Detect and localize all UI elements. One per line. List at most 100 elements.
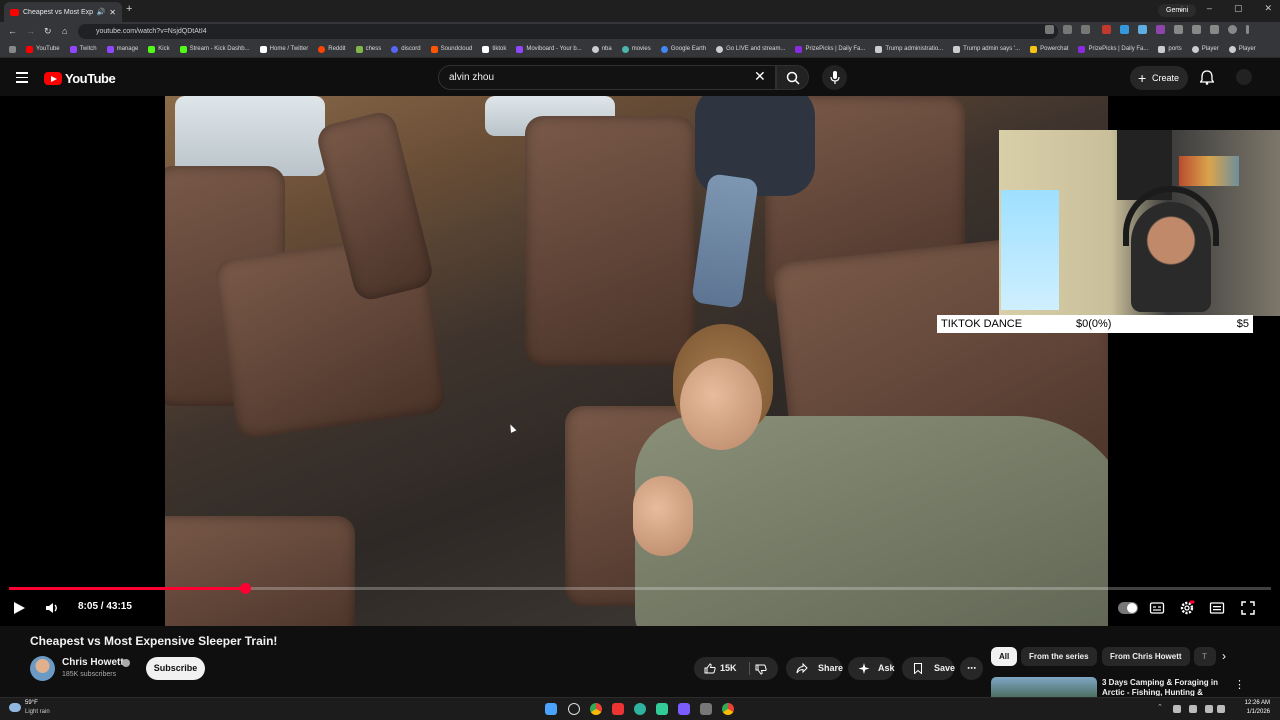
forward-icon[interactable]: → [26, 26, 35, 36]
bookmark-kick[interactable]: Kick [143, 45, 174, 53]
weather-cloud-icon[interactable] [9, 703, 21, 712]
bookmark-nba[interactable]: nba [587, 45, 617, 53]
extension-icon-3[interactable] [1138, 25, 1147, 34]
bookmark-prizepicks[interactable]: PrizePicks | Daily Fa... [790, 45, 870, 53]
apps-icon[interactable] [4, 45, 21, 53]
save-button[interactable]: Save [902, 657, 955, 680]
bookmark-trump-admin-1[interactable]: Trump administratio... [870, 45, 948, 53]
bookmark-twitter[interactable]: Home / Twitter [255, 45, 314, 53]
weather-temperature[interactable]: 59°F [25, 700, 38, 706]
taskbar-clock-date[interactable]: 1/1/2026 [1247, 709, 1270, 715]
bookmark-ports[interactable]: ports [1153, 45, 1186, 53]
ask-button[interactable]: Ask [848, 657, 895, 680]
autoplay-toggle[interactable] [1118, 602, 1138, 614]
back-icon[interactable]: ← [8, 26, 17, 36]
weather-description[interactable]: Light rain [25, 709, 50, 715]
bookmark-moviboard[interactable]: Moviboard - Your b... [511, 45, 586, 53]
voice-search-button[interactable] [822, 65, 847, 90]
video-player[interactable]: TIKTOK DANCE $0(0%) $5 8:05 / 43:15 [0, 96, 1280, 626]
bookmark-movies[interactable]: movies [617, 45, 656, 53]
bookmark-prizepicks-2[interactable]: PrizePicks | Daily Fa... [1073, 45, 1153, 53]
notifications-bell-icon[interactable] [1200, 70, 1214, 85]
new-tab-button[interactable]: + [126, 3, 132, 15]
extension-icon-5[interactable] [1174, 25, 1183, 34]
video-frame[interactable] [165, 96, 1108, 626]
search-button[interactable] [776, 65, 809, 90]
bookmark-kick-dashboard[interactable]: Stream - Kick Dashb... [175, 45, 255, 53]
search-icon[interactable] [568, 703, 580, 715]
scrubber-handle[interactable] [239, 583, 251, 594]
tray-network-icon[interactable] [1205, 705, 1213, 713]
tray-volume-icon[interactable] [1217, 705, 1225, 713]
address-bar[interactable]: youtube.com/watch?v=NsjdQDtAtI4 [78, 24, 1058, 39]
bookmark-chess[interactable]: chess [351, 45, 387, 53]
windows-start-icon[interactable] [545, 703, 557, 715]
bookmark-twitch[interactable]: Twitch [65, 45, 102, 53]
taskbar-clock-time[interactable]: 12:26 AM [1245, 700, 1270, 706]
browser-tab[interactable]: Cheapest vs Most Expensi... 🔊 ✕ [4, 2, 122, 22]
thumbs-down-icon[interactable] [755, 664, 767, 675]
miniplayer-icon[interactable] [1209, 600, 1225, 616]
tab-audio-icon[interactable]: 🔊 [97, 8, 106, 16]
side-panel-icon[interactable] [1210, 25, 1219, 34]
app-icon-purple[interactable] [678, 703, 690, 715]
bookmark-youtube[interactable]: YouTube [21, 45, 65, 53]
extension-icon-4[interactable] [1156, 25, 1165, 34]
tray-cloud-icon[interactable] [1173, 705, 1181, 713]
bookmark-reddit[interactable]: Reddit [313, 45, 350, 53]
bookmark-tiktok[interactable]: tiktok [477, 45, 511, 53]
bookmark-google-earth[interactable]: Google Earth [656, 45, 711, 53]
youtube-logo[interactable]: YouTube [44, 71, 116, 86]
recommended-title[interactable]: 3 Days Camping & Foraging in Arctic - Fi… [1102, 678, 1228, 696]
subscribe-button[interactable]: Subscribe [146, 657, 205, 680]
minimize-button[interactable]: – [1207, 3, 1212, 14]
recommended-thumbnail[interactable] [991, 677, 1097, 697]
chip-from-the-series[interactable]: From the series [1021, 647, 1097, 666]
chip-all[interactable]: All [991, 647, 1018, 666]
profile-icon[interactable] [1228, 25, 1237, 34]
bookmark-star-icon[interactable] [1081, 25, 1090, 34]
install-icon[interactable] [1045, 25, 1054, 34]
create-button[interactable]: Create [1130, 66, 1188, 90]
account-avatar[interactable] [1236, 69, 1252, 85]
reload-icon[interactable]: ↻ [44, 26, 52, 37]
settings-gear-icon[interactable] [1179, 600, 1195, 616]
tray-usb-icon[interactable] [1189, 705, 1197, 713]
chip-truncated[interactable]: T [1194, 647, 1216, 666]
chrome-menu-icon[interactable] [1246, 25, 1249, 34]
chrome-icon[interactable] [590, 703, 602, 715]
channel-avatar[interactable] [30, 656, 55, 681]
tray-chevron-up-icon[interactable]: ⌃ [1157, 703, 1165, 711]
maximize-button[interactable]: ▢ [1234, 3, 1243, 14]
app-icon-green[interactable] [656, 703, 668, 715]
bookmark-player-2[interactable]: Player [1224, 45, 1261, 53]
zoom-icon[interactable] [1063, 25, 1072, 34]
bookmark-go-live[interactable]: Go LIVE and stream... [711, 45, 790, 53]
tab-close-icon[interactable]: ✕ [109, 8, 116, 17]
play-icon[interactable] [14, 602, 25, 614]
like-count[interactable]: 15K [720, 657, 737, 680]
close-window-button[interactable]: ✕ [1264, 3, 1272, 14]
share-button[interactable]: Share [786, 657, 843, 680]
chip-from-channel[interactable]: From Chris Howett [1102, 647, 1190, 666]
chrome-icon[interactable] [722, 703, 734, 715]
menu-icon[interactable] [16, 72, 28, 86]
bookmark-trump-admin-2[interactable]: Trump admin says '... [948, 45, 1025, 53]
home-icon[interactable]: ⌂ [62, 26, 67, 36]
more-actions-button[interactable]: ⋯ [960, 657, 983, 680]
chevron-right-icon[interactable]: › [1222, 649, 1226, 663]
app-icon-grey[interactable] [700, 703, 712, 715]
channel-name[interactable]: Chris Howett [62, 657, 124, 668]
thumbs-up-icon[interactable] [704, 663, 716, 674]
recommended-more-icon[interactable]: ⋮ [1234, 678, 1245, 691]
bookmark-powerchat[interactable]: Powerchat [1025, 45, 1073, 53]
bookmark-discord[interactable]: discord [386, 45, 425, 53]
extension-icon-2[interactable] [1120, 25, 1129, 34]
clear-search-icon[interactable]: ✕ [754, 69, 766, 83]
search-input[interactable]: alvin zhou [438, 65, 776, 90]
volume-icon[interactable] [44, 600, 60, 616]
bookmark-soundcloud[interactable]: Soundcloud [426, 45, 478, 53]
progress-bar[interactable] [9, 583, 1271, 594]
bookmark-player[interactable]: Player [1187, 45, 1224, 53]
extensions-puzzle-icon[interactable] [1192, 25, 1201, 34]
